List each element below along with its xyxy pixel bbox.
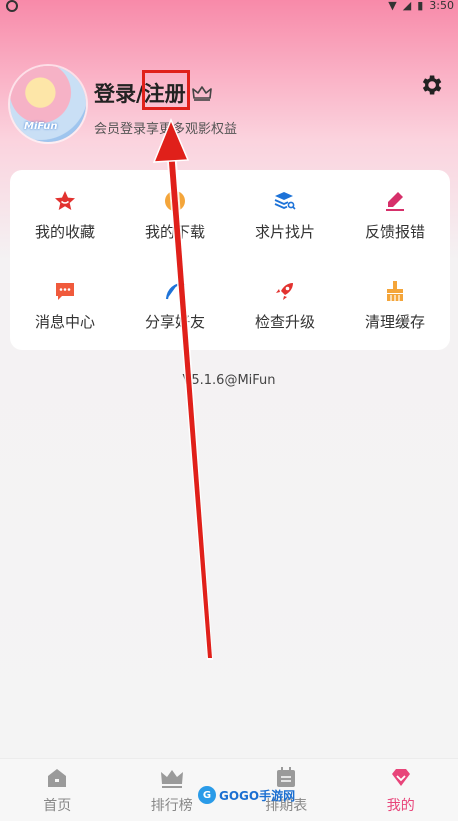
tab-label: 排行榜: [151, 795, 193, 815]
wifi-icon: ▼: [388, 0, 396, 12]
tab-label: 我的: [387, 795, 415, 815]
menu-item-messages[interactable]: 消息中心: [10, 260, 120, 350]
menu-label: 分享好友: [145, 311, 205, 332]
menu-card: 我的收藏 我的下载 求片找片 反馈报错 消息中心 分享好友 检查升级 清理缓存: [10, 170, 450, 350]
menu-label: 检查升级: [255, 311, 315, 332]
status-right: ▼ ◢ ▮ 3:50: [388, 0, 454, 12]
share-icon: [163, 279, 187, 303]
menu-label: 求片找片: [255, 221, 315, 242]
signal-icon: ◢: [403, 0, 411, 12]
edit-icon: [383, 189, 407, 213]
profile-header: MiFun 登录/注册 会员登录享更多观影权益: [10, 66, 450, 146]
settings-gear-icon[interactable]: [418, 72, 444, 98]
tab-mine[interactable]: 我的: [344, 759, 458, 821]
rocket-icon: [273, 279, 297, 303]
menu-label: 反馈报错: [365, 221, 425, 242]
menu-item-update[interactable]: 检查升级: [230, 260, 340, 350]
menu-label: 我的下载: [145, 221, 205, 242]
status-time: 3:50: [429, 0, 454, 12]
menu-label: 我的收藏: [35, 221, 95, 242]
tab-home[interactable]: 首页: [0, 759, 115, 821]
watermark: G GOGO手游网: [198, 786, 295, 804]
broom-icon: [383, 279, 407, 303]
vip-crown-icon: [192, 85, 212, 101]
crown-icon: [159, 765, 185, 791]
login-subtitle: 会员登录享更多观影权益: [94, 118, 237, 137]
watermark-text: GOGO手游网: [219, 787, 295, 804]
highlight-box: [142, 70, 190, 110]
menu-label: 清理缓存: [365, 311, 425, 332]
menu-item-share[interactable]: 分享好友: [120, 260, 230, 350]
menu-item-feedback[interactable]: 反馈报错: [340, 170, 450, 260]
search-stack-icon: [273, 189, 297, 213]
home-icon: [44, 765, 70, 791]
menu-item-request[interactable]: 求片找片: [230, 170, 340, 260]
menu-item-favorites[interactable]: 我的收藏: [10, 170, 120, 260]
battery-icon: ▮: [417, 0, 423, 12]
message-icon: [53, 279, 77, 303]
watermark-logo-icon: G: [198, 786, 216, 804]
heart-diamond-icon: [388, 765, 414, 791]
avatar[interactable]: MiFun: [10, 66, 86, 142]
tab-label: 首页: [43, 795, 71, 815]
avatar-tag: MiFun: [24, 121, 58, 132]
menu-grid: 我的收藏 我的下载 求片找片 反馈报错 消息中心 分享好友 检查升级 清理缓存: [10, 170, 450, 350]
menu-item-clear-cache[interactable]: 清理缓存: [340, 260, 450, 350]
sync-icon: [6, 0, 18, 12]
star-icon: [53, 189, 77, 213]
download-icon: [163, 189, 187, 213]
menu-label: 消息中心: [35, 311, 95, 332]
status-bar: ▼ ◢ ▮ 3:50: [0, 0, 458, 14]
menu-item-downloads[interactable]: 我的下载: [120, 170, 230, 260]
version-text: V5.1.6@MiFun: [0, 373, 458, 388]
